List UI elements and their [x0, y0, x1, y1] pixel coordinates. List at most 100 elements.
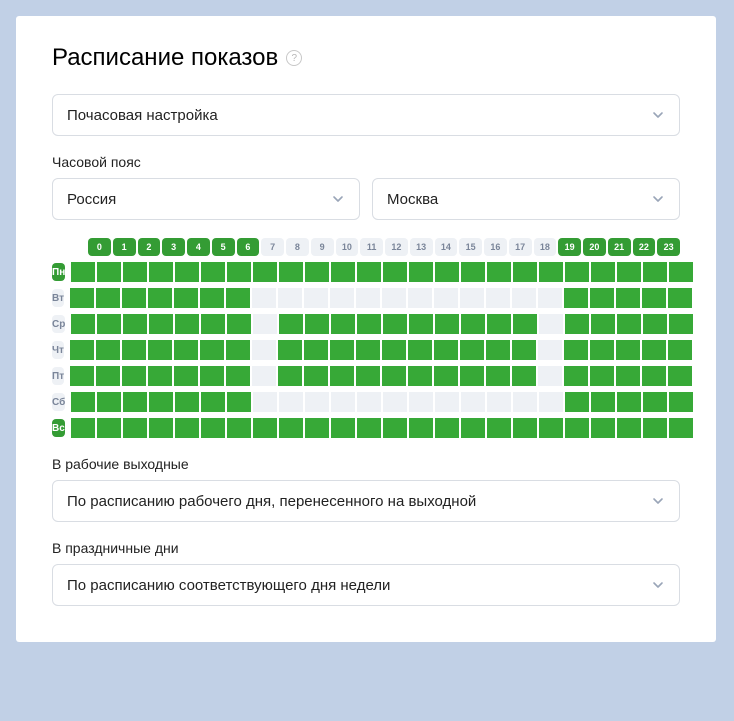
schedule-cell[interactable]: [616, 340, 640, 360]
schedule-cell[interactable]: [565, 392, 589, 412]
hour-header-14[interactable]: 14: [435, 238, 458, 256]
schedule-cell[interactable]: [96, 340, 120, 360]
schedule-cell[interactable]: [434, 366, 458, 386]
schedule-cell[interactable]: [97, 262, 121, 282]
hour-header-4[interactable]: 4: [187, 238, 210, 256]
hour-header-16[interactable]: 16: [484, 238, 507, 256]
schedule-cell[interactable]: [279, 314, 303, 334]
schedule-cell[interactable]: [305, 418, 329, 438]
schedule-cell[interactable]: [175, 262, 199, 282]
hour-header-17[interactable]: 17: [509, 238, 532, 256]
schedule-cell[interactable]: [538, 366, 562, 386]
schedule-cell[interactable]: [669, 418, 693, 438]
schedule-cell[interactable]: [96, 366, 120, 386]
schedule-cell[interactable]: [97, 392, 121, 412]
schedule-cell[interactable]: [539, 418, 563, 438]
schedule-cell[interactable]: [512, 288, 536, 308]
schedule-cell[interactable]: [201, 314, 225, 334]
schedule-cell[interactable]: [357, 262, 381, 282]
schedule-cell[interactable]: [71, 392, 95, 412]
hour-header-12[interactable]: 12: [385, 238, 408, 256]
schedule-cell[interactable]: [278, 288, 302, 308]
hour-header-13[interactable]: 13: [410, 238, 433, 256]
schedule-cell[interactable]: [97, 418, 121, 438]
schedule-cell[interactable]: [565, 418, 589, 438]
schedule-cell[interactable]: [591, 392, 615, 412]
schedule-cell[interactable]: [512, 340, 536, 360]
hour-header-5[interactable]: 5: [212, 238, 235, 256]
schedule-cell[interactable]: [331, 314, 355, 334]
schedule-cell[interactable]: [304, 340, 328, 360]
schedule-cell[interactable]: [617, 314, 641, 334]
schedule-cell[interactable]: [122, 288, 146, 308]
schedule-cell[interactable]: [435, 314, 459, 334]
schedule-cell[interactable]: [513, 392, 537, 412]
schedule-cell[interactable]: [642, 366, 666, 386]
schedule-cell[interactable]: [253, 392, 277, 412]
schedule-cell[interactable]: [565, 314, 589, 334]
schedule-cell[interactable]: [643, 314, 667, 334]
schedule-cell[interactable]: [226, 288, 250, 308]
schedule-cell[interactable]: [357, 392, 381, 412]
schedule-cell[interactable]: [226, 340, 250, 360]
schedule-cell[interactable]: [71, 418, 95, 438]
schedule-cell[interactable]: [409, 262, 433, 282]
schedule-cell[interactable]: [148, 288, 172, 308]
schedule-cell[interactable]: [383, 314, 407, 334]
hour-header-18[interactable]: 18: [534, 238, 557, 256]
schedule-cell[interactable]: [486, 366, 510, 386]
schedule-cell[interactable]: [669, 392, 693, 412]
schedule-cell[interactable]: [382, 340, 406, 360]
schedule-cell[interactable]: [149, 392, 173, 412]
schedule-cell[interactable]: [356, 366, 380, 386]
schedule-cell[interactable]: [513, 262, 537, 282]
schedule-cell[interactable]: [643, 392, 667, 412]
schedule-cell[interactable]: [617, 262, 641, 282]
schedule-cell[interactable]: [435, 262, 459, 282]
schedule-cell[interactable]: [434, 340, 458, 360]
schedule-cell[interactable]: [97, 314, 121, 334]
schedule-cell[interactable]: [564, 340, 588, 360]
mode-select[interactable]: Почасовая настройка: [52, 94, 680, 136]
schedule-cell[interactable]: [175, 418, 199, 438]
schedule-cell[interactable]: [175, 392, 199, 412]
working-weekends-select[interactable]: По расписанию рабочего дня, перенесенног…: [52, 480, 680, 522]
schedule-cell[interactable]: [460, 288, 484, 308]
schedule-cell[interactable]: [305, 262, 329, 282]
schedule-cell[interactable]: [408, 366, 432, 386]
day-label[interactable]: Ср: [52, 315, 65, 333]
schedule-cell[interactable]: [617, 392, 641, 412]
schedule-cell[interactable]: [253, 314, 277, 334]
schedule-cell[interactable]: [409, 418, 433, 438]
hour-header-9[interactable]: 9: [311, 238, 334, 256]
hour-header-19[interactable]: 19: [558, 238, 581, 256]
hour-header-6[interactable]: 6: [237, 238, 260, 256]
schedule-cell[interactable]: [252, 366, 276, 386]
schedule-cell[interactable]: [357, 314, 381, 334]
tz-country-select[interactable]: Россия: [52, 178, 360, 220]
schedule-cell[interactable]: [382, 366, 406, 386]
schedule-cell[interactable]: [149, 418, 173, 438]
schedule-cell[interactable]: [174, 366, 198, 386]
schedule-cell[interactable]: [279, 392, 303, 412]
schedule-cell[interactable]: [174, 288, 198, 308]
schedule-cell[interactable]: [383, 418, 407, 438]
hour-header-8[interactable]: 8: [286, 238, 309, 256]
schedule-cell[interactable]: [227, 392, 251, 412]
schedule-cell[interactable]: [304, 366, 328, 386]
schedule-cell[interactable]: [149, 314, 173, 334]
schedule-cell[interactable]: [461, 314, 485, 334]
schedule-cell[interactable]: [461, 262, 485, 282]
hour-header-0[interactable]: 0: [88, 238, 111, 256]
schedule-cell[interactable]: [123, 262, 147, 282]
schedule-cell[interactable]: [71, 314, 95, 334]
hour-header-23[interactable]: 23: [657, 238, 680, 256]
schedule-cell[interactable]: [70, 340, 94, 360]
schedule-cell[interactable]: [331, 262, 355, 282]
schedule-cell[interactable]: [512, 366, 536, 386]
schedule-cell[interactable]: [175, 314, 199, 334]
schedule-cell[interactable]: [253, 262, 277, 282]
hour-header-7[interactable]: 7: [261, 238, 284, 256]
schedule-cell[interactable]: [356, 340, 380, 360]
schedule-cell[interactable]: [200, 288, 224, 308]
